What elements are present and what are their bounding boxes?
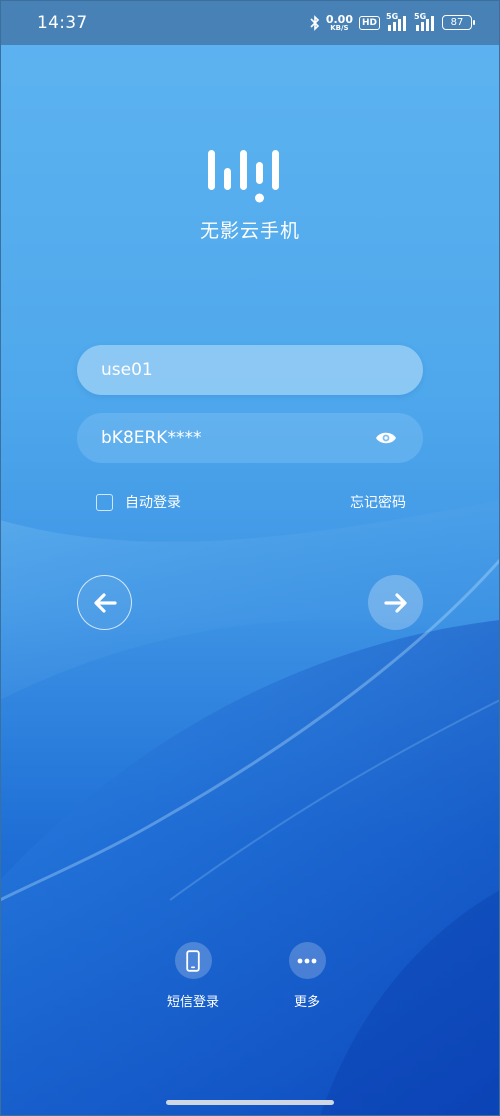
login-options-row: 自动登录 忘记密码 xyxy=(96,492,406,512)
status-bar: 14:37 0.00 KB/S HD 5G 5G 87 xyxy=(0,0,500,45)
battery-level: 87 xyxy=(450,17,464,28)
arrow-right-icon xyxy=(383,592,407,613)
username-field[interactable] xyxy=(77,345,423,395)
net-speed-value: 0.00 xyxy=(325,12,353,26)
more-options-button[interactable]: 更多 xyxy=(272,942,342,1010)
phone-icon xyxy=(174,942,212,979)
back-button[interactable] xyxy=(77,575,132,630)
more-options-label: 更多 xyxy=(293,995,320,1010)
battery-icon: 87 xyxy=(442,15,475,30)
signal-5g-label: 5G xyxy=(386,11,399,21)
net-speed-unit: KB/S xyxy=(330,23,349,32)
password-input[interactable] xyxy=(101,428,374,448)
signal-icon-2: 5G xyxy=(414,11,436,31)
eye-icon[interactable] xyxy=(373,424,399,452)
status-icons: 0.00 KB/S HD 5G 5G 87 xyxy=(310,11,475,32)
net-speed: 0.00 KB/S xyxy=(326,14,353,32)
more-icon xyxy=(288,942,326,979)
auto-login-toggle[interactable]: 自动登录 xyxy=(96,492,181,512)
auto-login-checkbox[interactable] xyxy=(96,493,113,511)
arrow-left-icon xyxy=(93,592,117,613)
home-indicator[interactable] xyxy=(166,1100,334,1105)
app-title: 无影云手机 xyxy=(199,220,300,242)
sms-login-label: 短信登录 xyxy=(166,995,219,1010)
auto-login-label: 自动登录 xyxy=(125,495,181,511)
alt-login-options: 短信登录 更多 xyxy=(0,942,500,1010)
signal-icon: 5G xyxy=(386,11,408,31)
password-field[interactable] xyxy=(77,413,423,463)
signal-5g-label-2: 5G xyxy=(414,11,427,21)
forgot-password-link[interactable]: 忘记密码 xyxy=(350,492,406,512)
username-input[interactable] xyxy=(101,360,399,380)
sms-login-button[interactable]: 短信登录 xyxy=(158,942,228,1010)
hd-icon: HD xyxy=(358,15,380,30)
next-button[interactable] xyxy=(368,575,423,630)
wuying-logo-icon xyxy=(208,150,279,203)
bluetooth-icon xyxy=(310,14,320,31)
status-time: 14:37 xyxy=(37,12,88,33)
